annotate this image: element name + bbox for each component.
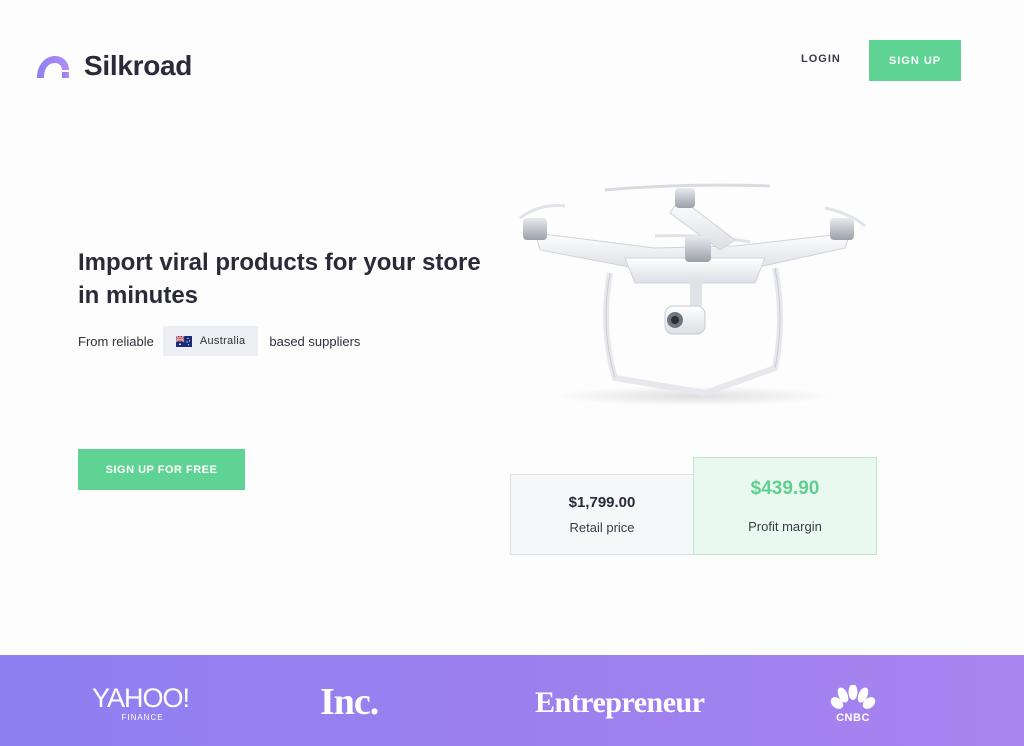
brand-name: Silkroad	[84, 50, 193, 81]
subline-prefix: From reliable	[78, 333, 154, 349]
hero-headline: Import viral products for your store in …	[78, 249, 481, 309]
profit-margin-value: $439.90	[750, 478, 820, 499]
cnbc-logo: CNBC	[825, 685, 881, 724]
entrepreneur-logo: Entrepreneur	[535, 686, 705, 719]
logo-mark-icon	[37, 56, 69, 78]
cnbc-peacock-icon	[830, 685, 876, 709]
drone-image	[519, 183, 866, 406]
australia-flag-icon	[175, 335, 192, 347]
login-link[interactable]: LOGIN	[801, 53, 841, 65]
press-logos-band: YAHOO! FINANCE Inc. Entrepreneur CNBC	[0, 655, 1024, 746]
retail-price-card: $1,799.00 Retail price	[510, 474, 694, 555]
subline-suffix: based suppliers	[269, 333, 361, 349]
hero-subline: From reliable Australia based suppliers	[78, 326, 360, 356]
retail-price-value: $1,799.00	[568, 494, 636, 511]
country-label: Australia	[199, 335, 246, 347]
yahoo-sub-text: FINANCE	[121, 713, 164, 722]
retail-price-label: Retail price	[569, 520, 635, 535]
yahoo-main-text: YAHOO!	[92, 683, 190, 713]
brand-logo[interactable]: Silkroad	[36, 50, 192, 82]
yahoo-finance-logo: YAHOO! FINANCE	[92, 683, 190, 722]
signup-free-button[interactable]: SIGN UP FOR FREE	[78, 449, 245, 490]
country-selector[interactable]: Australia	[162, 326, 259, 356]
inc-logo: Inc.	[320, 681, 379, 723]
cnbc-text: CNBC	[836, 712, 870, 724]
profit-margin-label: Profit margin	[748, 519, 822, 534]
signup-button[interactable]: SIGN UP	[869, 40, 961, 81]
profit-margin-card: $439.90 Profit margin	[693, 457, 877, 555]
